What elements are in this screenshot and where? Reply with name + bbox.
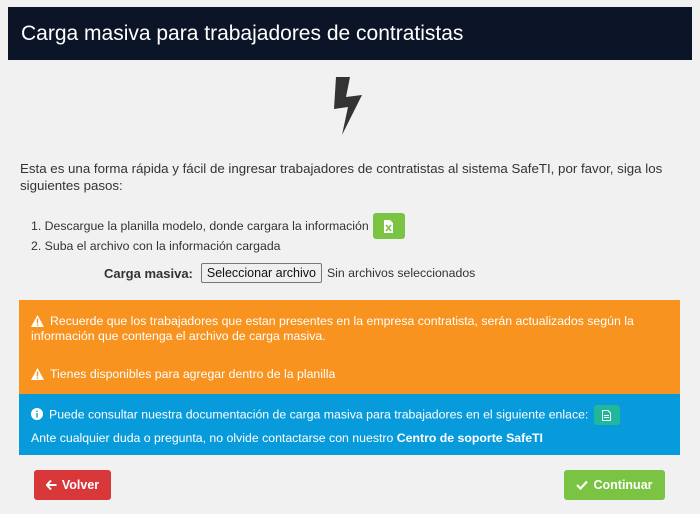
upload-label: Carga masiva: bbox=[104, 265, 193, 281]
file-icon bbox=[602, 409, 612, 421]
intro-text: Esta es una forma rápida y fácil de ingr… bbox=[20, 161, 663, 193]
continue-button-label: Continuar bbox=[593, 478, 653, 492]
warning-alert-available: Tienes disponibles para agregar dentro d… bbox=[19, 355, 680, 394]
continue-button[interactable]: Continuar bbox=[564, 470, 665, 500]
check-icon bbox=[576, 480, 589, 490]
info-text-support: Ante cualquier duda o pregunta, no olvid… bbox=[31, 431, 397, 445]
support-center-link[interactable]: Centro de soporte SafeTI bbox=[397, 431, 543, 445]
bolt-icon bbox=[334, 77, 362, 135]
info-line-support: Ante cualquier duda o pregunta, no olvid… bbox=[31, 431, 668, 446]
warning-icon bbox=[31, 368, 44, 380]
file-status: Sin archivos seleccionados bbox=[326, 266, 476, 280]
step-upload-text: 2. Suba el archivo con la información ca… bbox=[31, 239, 281, 253]
warning-alert-update: Recuerde que los trabajadores que estan … bbox=[19, 300, 680, 355]
download-template-button[interactable] bbox=[372, 213, 405, 239]
info-alert: Puede consultar nuestra documentación de… bbox=[19, 394, 680, 455]
documentation-link-button[interactable] bbox=[593, 405, 620, 425]
step-download-text: 1. Descargue la planilla modelo, donde c… bbox=[31, 219, 369, 233]
back-button-label: Volver bbox=[61, 478, 100, 492]
warning-text-available: Tienes disponibles para agregar dentro d… bbox=[50, 367, 336, 381]
steps-list: 1. Descargue la planilla modelo, donde c… bbox=[31, 213, 531, 258]
warning-icon bbox=[31, 315, 44, 327]
info-circle-icon bbox=[31, 408, 43, 421]
arrow-left-icon bbox=[45, 480, 57, 490]
warning-text-update: Recuerde que los trabajadores que estan … bbox=[31, 314, 634, 343]
upload-row: Carga masiva: Seleccionar archivo Sin ar… bbox=[104, 263, 475, 283]
page-header: Carga masiva para trabajadores de contra… bbox=[8, 7, 692, 60]
select-file-button[interactable]: Seleccionar archivo bbox=[200, 263, 322, 283]
step-upload: 2. Suba el archivo con la información ca… bbox=[31, 234, 531, 258]
page-title: Carga masiva para trabajadores de contra… bbox=[21, 21, 464, 45]
back-button[interactable]: Volver bbox=[34, 470, 111, 500]
info-text-documentation: Puede consultar nuestra documentación de… bbox=[49, 407, 589, 422]
file-excel-icon bbox=[384, 219, 394, 233]
info-line-documentation: Puede consultar nuestra documentación de… bbox=[31, 405, 668, 425]
